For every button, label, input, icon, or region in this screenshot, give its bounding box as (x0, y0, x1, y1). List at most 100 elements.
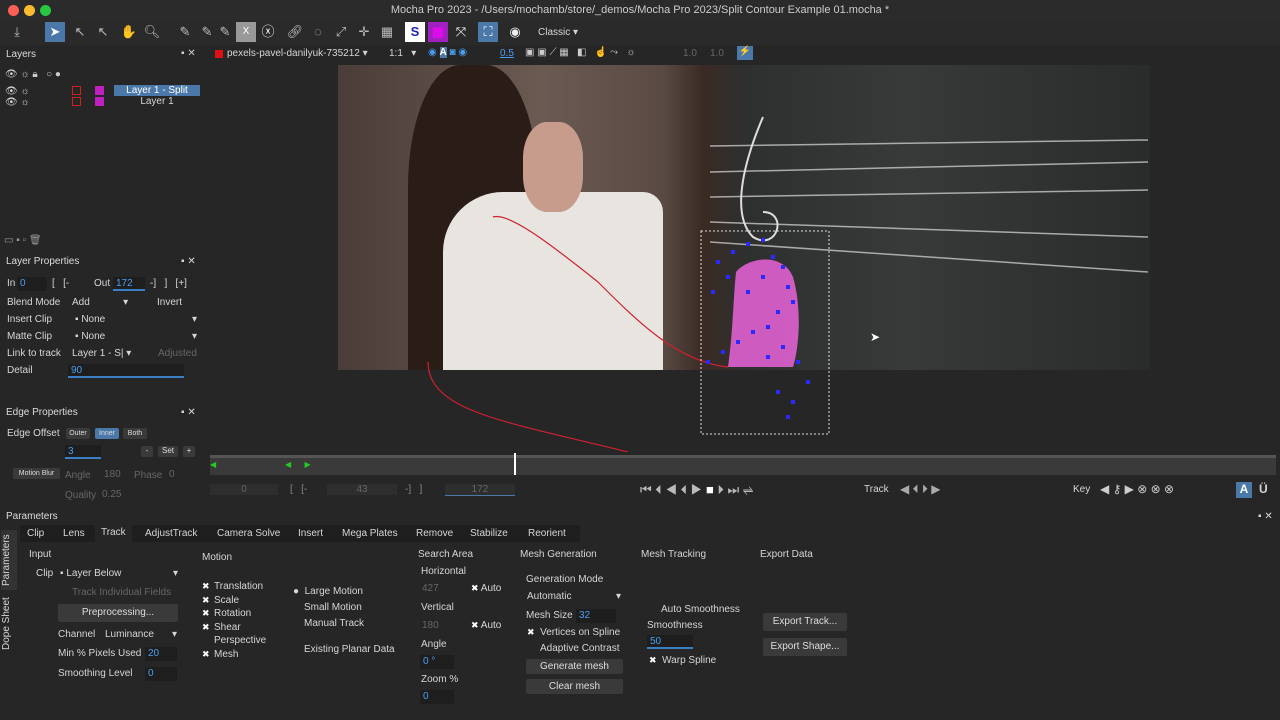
timeline-scrubber[interactable] (210, 455, 1276, 475)
mesh-vertex[interactable] (706, 360, 710, 364)
close-window-button[interactable] (8, 5, 19, 16)
layer-name[interactable]: Layer 1 (114, 96, 200, 107)
tab-camera-solve[interactable]: Camera Solve (211, 526, 286, 541)
mesh-vertex[interactable] (761, 275, 765, 279)
detail-slider[interactable]: 90 (68, 364, 184, 378)
mesh-vertex[interactable] (791, 300, 795, 304)
in-field[interactable]: 0 (17, 277, 47, 291)
inner-button[interactable]: Inner (95, 428, 119, 439)
export-shape-button[interactable]: Export Shape... (763, 638, 847, 656)
channel-select[interactable]: Luminance ▾ (105, 629, 177, 640)
smoothing-level-field[interactable]: 0 (145, 667, 177, 681)
grid-icon[interactable]: ▦ (428, 22, 448, 42)
bezier-tool-icon[interactable]: ✎ (197, 22, 217, 42)
radio-manual-track[interactable]: Manual Track (304, 618, 364, 629)
move-tool-icon[interactable]: ✛ (354, 22, 374, 42)
generate-mesh-button[interactable]: Generate mesh (526, 659, 623, 674)
tab-insert[interactable]: Insert (292, 526, 329, 541)
in-point-buttons[interactable]: [ [- (52, 278, 69, 289)
minimize-window-button[interactable] (24, 5, 35, 16)
mesh-size-field[interactable]: 32 (576, 609, 616, 623)
planar-bounds-icon[interactable]: ⛶ (478, 22, 498, 42)
vertices-on-spline-checkbox[interactable]: ✖ Vertices on Spline (527, 627, 620, 638)
insert-clip-select[interactable]: ▪ None ▾ (75, 314, 197, 325)
mesh-vertex[interactable] (746, 242, 750, 246)
spline-contour[interactable] (427, 215, 729, 452)
zoom-percent-field[interactable]: 0 (420, 690, 454, 704)
mesh-vertex[interactable] (771, 255, 775, 259)
offset-minus-button[interactable]: - (141, 446, 153, 457)
tab-reorient[interactable]: Reorient (522, 526, 572, 541)
mesh-vertex[interactable] (791, 400, 795, 404)
offset-plus-button[interactable]: + (183, 446, 195, 457)
in-out-buttons[interactable]: [ [- (290, 484, 307, 495)
scale-tool-icon[interactable]: ⤢ (331, 22, 351, 42)
display-mode-icons[interactable]: ▣ ▣ ⟋ ▦ ◧ ☝ ⤳ ☼ (525, 47, 636, 58)
start-frame-field[interactable]: 0 (210, 484, 278, 495)
mesh-vertex[interactable] (786, 285, 790, 289)
mesh-vertex[interactable] (716, 260, 720, 264)
smoothness-slider[interactable]: 50 (647, 635, 693, 649)
add-point-tool-icon[interactable]: ↖ (93, 22, 113, 42)
mesh-vertex[interactable] (736, 340, 740, 344)
surface-icon[interactable]: S (405, 22, 425, 42)
mesh-vertex[interactable] (781, 265, 785, 269)
min-pixels-field[interactable]: 20 (145, 647, 177, 661)
tab-mega-plates[interactable]: Mega Plates (336, 526, 404, 541)
tab-lens[interactable]: Lens (57, 526, 91, 541)
layer-name[interactable]: Layer 1 - Split (114, 85, 200, 96)
hand-tool-icon[interactable]: ✋ (119, 22, 139, 42)
horizontal-auto-checkbox[interactable]: ✖ Auto (471, 583, 501, 594)
mesh-vertex[interactable] (766, 325, 770, 329)
gamma-field[interactable]: 1.0 (710, 48, 724, 59)
matte-clip-select[interactable]: ▪ None ▾ (75, 331, 197, 342)
motion-checkbox-translation[interactable]: ✖ Translation (202, 581, 263, 592)
panel-float-close-icon[interactable]: ▪ ✕ (1258, 511, 1273, 522)
generation-mode-select[interactable]: Automatic ▾ (527, 591, 621, 602)
key-buttons[interactable]: ◀ ⚷ ▶ ⊗ ⊗ ⊗ (1100, 482, 1174, 496)
motion-checkbox-shear[interactable]: ✖ Shear (202, 622, 241, 633)
mesh-vertex[interactable] (776, 390, 780, 394)
zoom-tool-icon[interactable]: 🔍︎ (142, 22, 162, 42)
clear-mesh-button[interactable]: Clear mesh (526, 679, 623, 694)
motion-checkbox-rotation[interactable]: ✖ Rotation (202, 608, 251, 619)
tab-track[interactable]: Track (95, 525, 132, 542)
disc-icon[interactable]: ◉ (505, 22, 525, 42)
mesh-vertex[interactable] (721, 350, 725, 354)
rect-xspline-icon[interactable]: X (236, 22, 256, 42)
adaptive-contrast-checkbox[interactable]: Adaptive Contrast (540, 643, 620, 654)
tab-adjusttrack[interactable]: AdjustTrack (139, 526, 203, 541)
mesh-vertex[interactable] (731, 250, 735, 254)
side-tab-dope-sheet[interactable]: Dope Sheet (1, 594, 17, 654)
zoom-window-button[interactable] (40, 5, 51, 16)
mesh-vertex[interactable] (806, 380, 810, 384)
motion-checkbox-mesh[interactable]: ✖ Mesh (202, 649, 238, 660)
out-point-buttons[interactable]: -] ] [+] (150, 278, 187, 289)
auto-smoothness-checkbox[interactable]: Auto Smoothness (661, 604, 740, 615)
link-icon[interactable]: 🔗︎ (285, 22, 305, 42)
select-tool-icon[interactable]: ➤ (45, 22, 65, 42)
angle-field[interactable]: 0 ° (420, 655, 454, 669)
xspline-tool-icon[interactable]: ✎ (175, 22, 195, 42)
vertical-auto-checkbox[interactable]: ✖ Auto (471, 620, 501, 631)
existing-planar-data-radio[interactable]: Existing Planar Data (304, 644, 395, 655)
mesh-vertex[interactable] (761, 238, 765, 242)
visibility-icon[interactable]: 👁 ☼ (5, 97, 30, 108)
tab-stabilize[interactable]: Stabilize (464, 526, 514, 541)
mesh-vertex[interactable] (776, 310, 780, 314)
edge-offset-field[interactable]: 3 (65, 445, 101, 459)
mesh-vertex[interactable] (711, 290, 715, 294)
mesh-vertex[interactable] (766, 355, 770, 359)
radio-small-motion[interactable]: Small Motion (304, 602, 362, 613)
workspace-select[interactable]: Classic ▾ (538, 27, 578, 38)
warp-spline-checkbox[interactable]: ✖ Warp Spline (649, 655, 716, 666)
magnetic-tool-icon[interactable]: ✎ (215, 22, 235, 42)
blend-mode-select[interactable]: Add ▾ (72, 297, 128, 308)
input-clip-select[interactable]: ▪ Layer Below ▾ (60, 568, 178, 579)
grid-tool-icon[interactable]: ▦ (377, 22, 397, 42)
view-toggle-icons[interactable]: ◉ A ◙ ◉ (428, 47, 467, 58)
layer-action-icons[interactable]: ▭ ▪ ▫ 🗑︎ (4, 235, 42, 246)
ui-key-button[interactable]: Ü (1259, 482, 1268, 496)
auto-key-button[interactable]: A (1236, 482, 1252, 498)
preprocessing-button[interactable]: Preprocessing... (58, 604, 178, 622)
